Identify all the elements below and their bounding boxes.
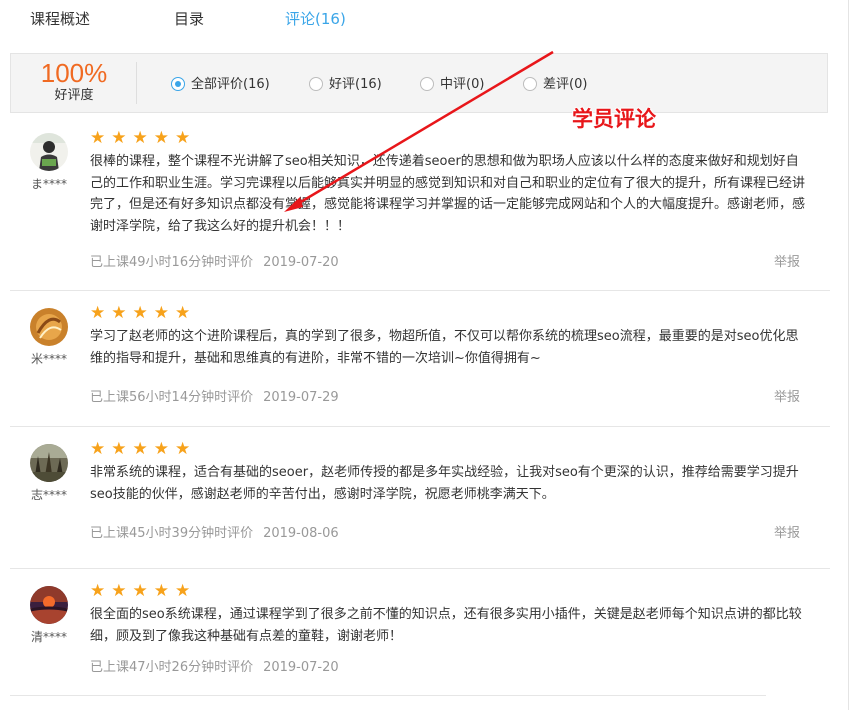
- review-meta: 已上课45小时39分钟时评价 2019-08-06: [90, 522, 339, 541]
- report-link[interactable]: 举报: [774, 251, 800, 270]
- review-text: 很全面的seo系统课程，通过课程学到了很多之前不懂的知识点，还有很多实用小插件，…: [90, 607, 802, 644]
- report-link[interactable]: 举报: [774, 522, 800, 541]
- study-time: 已上课47小时26分钟时评价: [90, 660, 254, 675]
- filter-all-label: 全部评价(16): [191, 77, 270, 92]
- summary-divider: [136, 62, 137, 104]
- avatar: [30, 586, 68, 624]
- review-user: 米****: [28, 308, 70, 367]
- radio-icon[interactable]: [420, 77, 434, 91]
- positive-rate: 100% 好评度: [11, 58, 137, 104]
- review-date: 2019-08-06: [263, 526, 339, 541]
- star-rating: ★★★★★: [90, 303, 197, 323]
- course-tabs: 课程概述 目录 评论(16): [0, 0, 852, 40]
- review-meta: 已上课47小时26分钟时评价 2019-07-20: [90, 656, 339, 675]
- username: 志****: [30, 488, 67, 502]
- review-item: ま**** ★★★★★ 很棒的课程，整个课程不光讲解了seo相关知识，还传递着s…: [10, 115, 830, 291]
- filter-negative[interactable]: 差评(0): [523, 73, 587, 92]
- avatar: [30, 133, 68, 171]
- star-rating: ★★★★★: [90, 581, 197, 601]
- tab-reviews[interactable]: 评论(16): [285, 8, 346, 29]
- review-user: 清****: [28, 586, 70, 645]
- avatar: [30, 308, 68, 346]
- review-date: 2019-07-20: [263, 660, 339, 675]
- filter-positive-label: 好评(16): [329, 77, 382, 92]
- review-text: 很棒的课程，整个课程不光讲解了seo相关知识，还传递着seoer的思想和做为职场…: [90, 154, 806, 234]
- review-meta: 已上课56小时14分钟时评价 2019-07-29: [90, 386, 339, 405]
- tab-catalog[interactable]: 目录: [174, 8, 204, 29]
- review-divider: [10, 695, 766, 696]
- star-rating: ★★★★★: [90, 128, 197, 148]
- filter-all[interactable]: 全部评价(16): [171, 73, 270, 92]
- star-rating: ★★★★★: [90, 439, 197, 459]
- radio-checked-icon[interactable]: [171, 77, 185, 91]
- review-meta: 已上课49小时16分钟时评价 2019-07-20: [90, 251, 339, 270]
- filter-negative-label: 差评(0): [543, 77, 588, 92]
- filter-positive[interactable]: 好评(16): [309, 73, 382, 92]
- filter-neutral-label: 中评(0): [440, 77, 485, 92]
- review-user: 志****: [28, 444, 70, 503]
- positive-rate-label: 好评度: [54, 88, 94, 103]
- positive-rate-value: 100%: [40, 58, 108, 88]
- review-date: 2019-07-29: [263, 390, 339, 405]
- review-item: 志**** ★★★★★ 非常系统的课程，适合有基础的seoer，赵老师传授的都是…: [10, 426, 830, 569]
- review-item: 清**** ★★★★★ 很全面的seo系统课程，通过课程学到了很多之前不懂的知识…: [10, 568, 830, 698]
- review-item: 米**** ★★★★★ 学习了赵老师的这个进阶课程后，真的学到了很多，物超所值，…: [10, 290, 830, 427]
- right-border: [848, 0, 849, 710]
- review-user: ま****: [28, 133, 70, 192]
- study-time: 已上课49小时16分钟时评价: [90, 255, 254, 270]
- filter-neutral[interactable]: 中评(0): [420, 73, 484, 92]
- radio-icon[interactable]: [523, 77, 537, 91]
- study-time: 已上课45小时39分钟时评价: [90, 526, 254, 541]
- username: ま****: [30, 177, 67, 191]
- review-date: 2019-07-20: [263, 255, 339, 270]
- report-link[interactable]: 举报: [774, 386, 800, 405]
- avatar: [30, 444, 68, 482]
- radio-icon[interactable]: [309, 77, 323, 91]
- review-summary: 100% 好评度 全部评价(16) 好评(16) 中评(0) 差评(0): [10, 53, 828, 113]
- username: 米****: [30, 352, 67, 366]
- study-time: 已上课56小时14分钟时评价: [90, 390, 254, 405]
- username: 清****: [30, 630, 67, 644]
- annotation-label: 学员评论: [572, 107, 656, 131]
- review-text: 非常系统的课程，适合有基础的seoer，赵老师传授的都是多年实战经验，让我对se…: [90, 465, 799, 502]
- review-text: 学习了赵老师的这个进阶课程后，真的学到了很多，物超所值，不仅可以帮你系统的梳理s…: [90, 329, 799, 366]
- tab-overview[interactable]: 课程概述: [30, 8, 90, 29]
